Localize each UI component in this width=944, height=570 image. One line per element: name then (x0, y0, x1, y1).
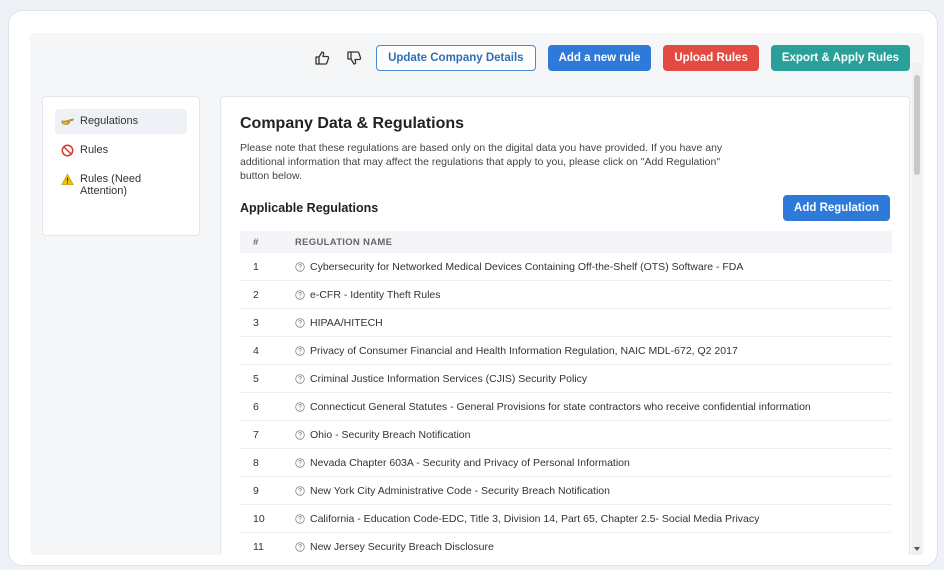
no-entry-icon (61, 144, 74, 157)
regulation-name[interactable]: Connecticut General Statutes - General P… (310, 401, 811, 413)
sidebar-item-label: Regulations (80, 115, 139, 127)
help-circle-icon[interactable] (295, 317, 305, 328)
regulation-name-cell: HIPAA/HITECH (294, 308, 892, 337)
scrollbar[interactable] (912, 63, 922, 555)
table-row[interactable]: 3 HIPAA/HITECH (240, 308, 892, 337)
add-regulation-button[interactable]: Add Regulation (783, 195, 890, 221)
section-header: Applicable Regulations Add Regulation (240, 195, 890, 221)
regulation-name-cell: Ohio - Security Breach Notification (294, 420, 892, 449)
regulation-name[interactable]: Nevada Chapter 603A - Security and Priva… (310, 457, 630, 469)
sidebar-item-label: Rules (Need Attention) (80, 173, 142, 197)
sidebar: Regulations Rules Rules (Need Attention) (42, 96, 200, 236)
column-header-regulation-name: REGULATION NAME (294, 231, 892, 253)
regulation-name-cell: New Jersey Security Breach Disclosure (294, 532, 892, 555)
regulation-name[interactable]: HIPAA/HITECH (310, 317, 383, 329)
app-window: Update Company Details Add a new rule Up… (30, 33, 924, 555)
table-row[interactable]: 6 Connecticut General Statutes - General … (240, 392, 892, 421)
regulation-name[interactable]: Privacy of Consumer Financial and Health… (310, 345, 738, 357)
sidebar-item-label: Rules (80, 144, 109, 156)
regulation-name[interactable]: New Jersey Security Breach Disclosure (310, 541, 494, 553)
table-row[interactable]: 1 Cybersecurity for Networked Medical Dev… (240, 253, 892, 281)
page-title: Company Data & Regulations (240, 115, 465, 132)
row-number: 11 (240, 532, 294, 555)
table-row[interactable]: 11 New Jersey Security Breach Disclosure (240, 532, 892, 555)
help-circle-icon[interactable] (295, 261, 305, 272)
help-circle-icon[interactable] (295, 541, 305, 552)
sidebar-item-rules[interactable]: Rules (55, 138, 187, 163)
warning-icon (61, 173, 74, 185)
help-circle-icon[interactable] (295, 289, 305, 300)
thumbs-up-icon[interactable] (312, 48, 332, 68)
thumbs-down-icon[interactable] (344, 48, 364, 68)
regulation-name-cell: Nevada Chapter 603A - Security and Priva… (294, 448, 892, 477)
sidebar-item-regulations[interactable]: Regulations (55, 109, 187, 134)
toolbar: Update Company Details Add a new rule Up… (312, 45, 910, 71)
scroll-down-arrow-icon[interactable] (914, 547, 920, 551)
row-number: 7 (240, 420, 294, 449)
table-row[interactable]: 9 New York City Administrative Code - Sec… (240, 476, 892, 505)
regulation-name[interactable]: e-CFR - Identity Theft Rules (310, 289, 441, 301)
page-note: Please note that these regulations are b… (240, 142, 723, 182)
regulation-name-cell: Privacy of Consumer Financial and Health… (294, 336, 892, 365)
row-number: 3 (240, 308, 294, 337)
regulation-name[interactable]: California - Education Code-EDC, Title 3… (310, 513, 759, 525)
row-number: 6 (240, 392, 294, 421)
table-row[interactable]: 7 Ohio - Security Breach Notification (240, 420, 892, 449)
help-circle-icon[interactable] (295, 429, 305, 440)
row-number: 9 (240, 476, 294, 505)
help-circle-icon[interactable] (295, 345, 305, 356)
regulation-name[interactable]: Cybersecurity for Networked Medical Devi… (310, 261, 743, 273)
table-header-row: # REGULATION NAME (240, 231, 892, 253)
row-number: 2 (240, 280, 294, 309)
export-apply-rules-button[interactable]: Export & Apply Rules (770, 45, 910, 71)
row-number: 1 (240, 253, 294, 281)
scrollbar-thumb[interactable] (914, 75, 920, 175)
help-circle-icon[interactable] (295, 373, 305, 384)
regulation-name[interactable]: Criminal Justice Information Services (C… (310, 373, 587, 385)
regulation-name-cell: Criminal Justice Information Services (C… (294, 364, 892, 393)
column-header-number: # (240, 231, 294, 253)
regulation-name-cell: New York City Administrative Code - Secu… (294, 476, 892, 505)
sidebar-item-rules-need-attention[interactable]: Rules (Need Attention) (55, 167, 187, 203)
regulations-table: # REGULATION NAME 1 Cybersecurity for Net… (240, 231, 892, 555)
hand-pointing-icon (61, 118, 74, 125)
table-row[interactable]: 10 California - Education Code-EDC, Title… (240, 504, 892, 533)
regulation-name[interactable]: Ohio - Security Breach Notification (310, 429, 470, 441)
regulation-name-cell: California - Education Code-EDC, Title 3… (294, 504, 892, 533)
table-row[interactable]: 8 Nevada Chapter 603A - Security and Priv… (240, 448, 892, 477)
help-circle-icon[interactable] (295, 513, 305, 524)
regulation-name-cell: Cybersecurity for Networked Medical Devi… (294, 253, 892, 281)
regulation-name-cell: e-CFR - Identity Theft Rules (294, 280, 892, 309)
regulation-name[interactable]: New York City Administrative Code - Secu… (310, 485, 610, 497)
row-number: 4 (240, 336, 294, 365)
main-panel: Company Data & Regulations Please note t… (220, 96, 910, 555)
row-number: 5 (240, 364, 294, 393)
table-row[interactable]: 2 e-CFR - Identity Theft Rules (240, 280, 892, 309)
row-number: 10 (240, 504, 294, 533)
upload-rules-button[interactable]: Upload Rules (663, 45, 759, 71)
help-circle-icon[interactable] (295, 401, 305, 412)
regulation-name-cell: Connecticut General Statutes - General P… (294, 392, 892, 421)
update-company-details-button[interactable]: Update Company Details (376, 45, 536, 71)
section-title: Applicable Regulations (240, 201, 379, 215)
row-number: 8 (240, 448, 294, 477)
help-circle-icon[interactable] (295, 485, 305, 496)
table-row[interactable]: 4 Privacy of Consumer Financial and Healt… (240, 336, 892, 365)
table-row[interactable]: 5 Criminal Justice Information Services (… (240, 364, 892, 393)
add-new-rule-button[interactable]: Add a new rule (547, 45, 652, 71)
help-circle-icon[interactable] (295, 457, 305, 468)
